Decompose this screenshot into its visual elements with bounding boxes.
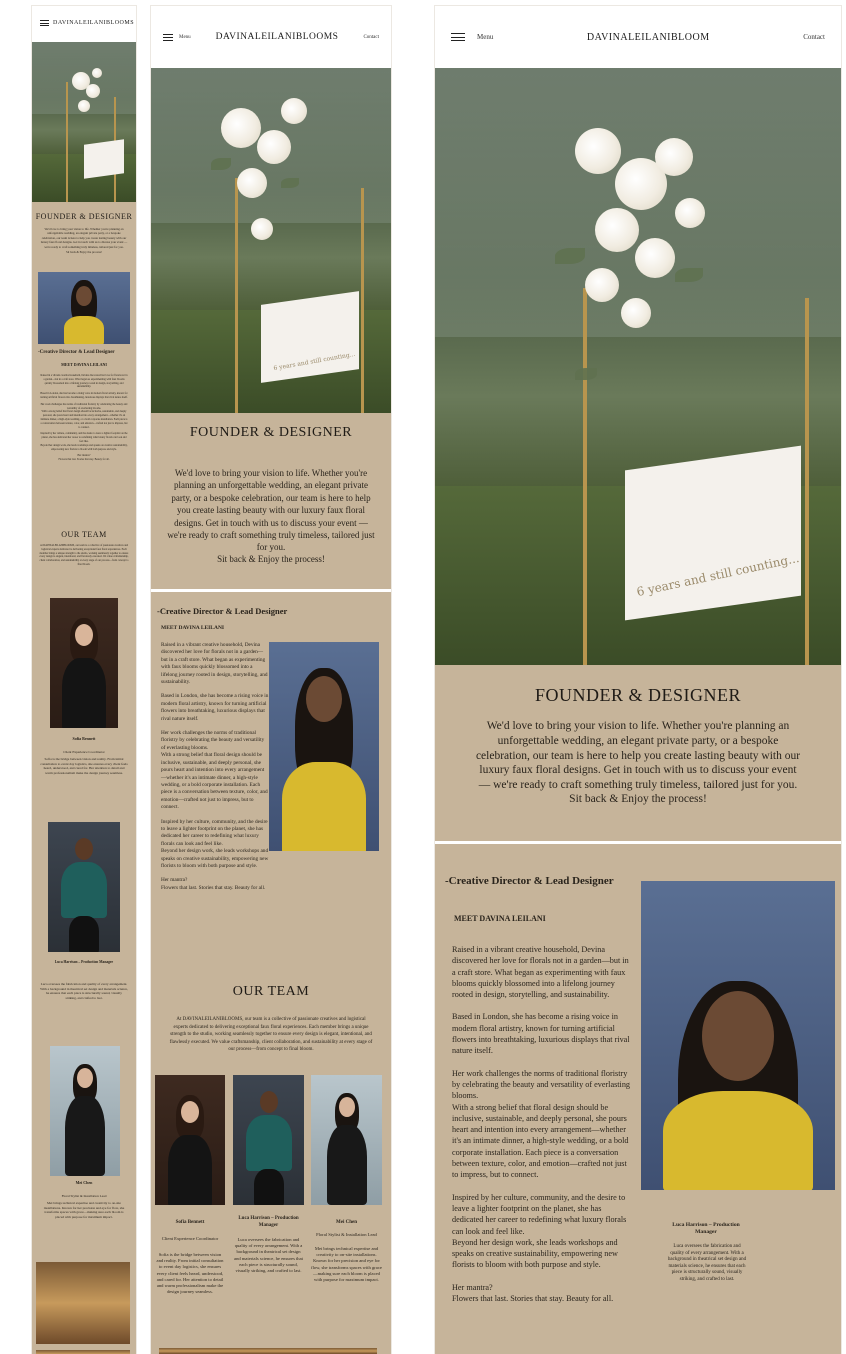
desktop-nav: Menu DAVINALEILANIBLOOM Contact <box>435 6 841 68</box>
tablet-nav: Menu DAVINALEILANIBLOOMS Contact <box>151 6 391 68</box>
founder-title: FOUNDER & DESIGNER <box>534 685 741 705</box>
contact-link[interactable]: Contact <box>363 35 379 40</box>
team-name-mei: Mei Chen <box>336 1220 357 1225</box>
team-role-mei: Floral Stylist & Installation Lead <box>316 1232 377 1237</box>
director-bio-p6: Beyond her design work, she leads worksh… <box>40 443 128 451</box>
director-section: -Creative Director & Lead Designer MEET … <box>435 844 841 1354</box>
mobile-nav: DAVINALEILANIBLOOMS <box>32 6 136 40</box>
venue-photo-2 <box>36 1350 130 1354</box>
founder-intro: We'd love to bring your vision to life. … <box>40 227 128 249</box>
team-name-sofia: Sofia Bennett <box>72 736 96 741</box>
mobile-frame: DAVINALEILANIBLOOMS FOUNDER & DESIGNER W… <box>32 6 136 1354</box>
menu-icon[interactable] <box>40 20 49 26</box>
director-mantra: Flowers that last. Stories that stay. Be… <box>452 1294 614 1304</box>
menu-icon[interactable] <box>163 33 173 41</box>
team-name-sofia: Sofia Bennett <box>175 1220 205 1225</box>
director-bio-p2: Based in London, she has become a rising… <box>452 1012 630 1056</box>
founder-section: FOUNDER & DESIGNER We'd love to bring yo… <box>32 202 136 1354</box>
venue-photo <box>36 1262 130 1344</box>
director-meet: MEET DAVINA LEILANI <box>454 914 546 923</box>
director-mantra: Flowers that last. Stories that stay. Be… <box>161 884 266 891</box>
contact-link[interactable]: Contact <box>803 33 825 41</box>
founder-title: FOUNDER & DESIGNER <box>189 425 353 440</box>
director-mantra-label: Her mantra? <box>161 877 188 884</box>
director-section: -Creative Director & Lead Designer MEET … <box>151 592 391 1354</box>
team-title: OUR TEAM <box>61 530 107 539</box>
founder-closing: Sit back & Enjoy the process! <box>217 553 325 564</box>
director-bio-p5: Inspired by her culture, community, and … <box>161 818 268 847</box>
director-bio: Raised in a vibrant creative household, … <box>40 374 128 462</box>
founder-intro: We'd love to bring your vision to life. … <box>167 468 375 553</box>
tablet-frame: Menu DAVINALEILANIBLOOMS Contact 6 years… <box>151 6 391 1354</box>
director-bio-p1: Raised in a vibrant creative household, … <box>161 642 268 686</box>
team-intro: At DAVINALEILANIBLOOMS, our team is a co… <box>39 544 129 566</box>
menu-label[interactable]: Menu <box>179 35 191 40</box>
director-bio: Raised in a vibrant creative household, … <box>161 642 269 892</box>
director-bio-p2: Based in London, she has become a rising… <box>40 392 128 399</box>
founder-section: FOUNDER & DESIGNER We'd love to bring yo… <box>435 665 841 841</box>
director-bio-p4: With a strong belief that floral design … <box>161 752 268 811</box>
team-photo-sofia <box>50 598 118 728</box>
director-bio-p5: Inspired by her culture, community, and … <box>452 1192 627 1236</box>
director-photo <box>641 881 835 1190</box>
founder-closing: Sit back & Enjoy the process! <box>569 792 707 805</box>
director-bio-p2: Based in London, she has become a rising… <box>161 693 269 722</box>
team-photo-mei <box>311 1075 382 1205</box>
director-photo <box>38 272 130 344</box>
director-bio: Raised in a vibrant creative household, … <box>452 944 634 1304</box>
director-bio-p1: Raised in a vibrant creative household, … <box>40 374 128 389</box>
team-role-sofia: Client Experience Coordinator <box>161 1236 219 1241</box>
director-mantra-label: Her mantra? <box>452 1282 493 1292</box>
director-bio-p3: Her work challenges the norms of traditi… <box>452 1068 631 1101</box>
director-meet: MEET DAVINA LEILANI <box>61 362 107 367</box>
menu-label[interactable]: Menu <box>477 33 493 41</box>
director-bio-p6: Beyond her design work, she leads worksh… <box>452 1237 618 1270</box>
hero-image <box>32 42 136 202</box>
team-photo-mei <box>50 1046 120 1176</box>
director-photo <box>269 642 379 851</box>
founder-section: FOUNDER & DESIGNER We'd love to bring yo… <box>151 413 391 589</box>
team-name-luca: Luca Harrison – Production Manager <box>54 960 114 964</box>
director-role: -Creative Director & Lead Designer <box>38 350 115 355</box>
team-photo-luca <box>233 1075 304 1205</box>
director-bio-p6: Beyond her design work, she leads worksh… <box>161 848 269 869</box>
hero-image: 6 years and still counting... <box>435 68 841 665</box>
team-role-mei: Floral Stylist & Installation Lead <box>61 1194 107 1198</box>
team-name-mei: Mei Chen <box>75 1180 93 1185</box>
team-title: OUR TEAM <box>232 984 310 999</box>
founder-title: FOUNDER & DESIGNER <box>35 212 133 221</box>
brand-logo[interactable]: DAVINALEILANIBLOOM <box>587 32 710 43</box>
director-bio-p3: Her work challenges the norms of traditi… <box>161 730 265 751</box>
hero-image: 6 years and still counting... <box>151 68 391 413</box>
team-bio-luca: Luca oversees the fabrication and qualit… <box>667 1244 747 1282</box>
team-bio-mei: Mei brings technical expertise and creat… <box>43 1201 125 1219</box>
team-intro: At DAVINALEILANIBLOOMS, our team is a co… <box>169 1017 373 1053</box>
founder-closing: Sit back & Enjoy the process! <box>66 250 102 255</box>
director-bio-p4: With a strong belief that floral design … <box>40 410 128 429</box>
team-photo-luca <box>48 822 120 952</box>
founder-intro: We'd love to bring your vision to life. … <box>475 720 801 792</box>
team-bio-mei: Mei brings technical expertise and creat… <box>311 1246 382 1283</box>
brand-logo[interactable]: DAVINALEILANIBLOOMS <box>53 20 134 26</box>
venue-photo <box>159 1348 377 1354</box>
director-meet: MEET DAVINA LEILANI <box>161 625 225 631</box>
director-role: -Creative Director & Lead Designer <box>157 606 288 616</box>
director-mantra: Flowers that last. Stories that stay. Be… <box>58 458 110 462</box>
director-role: -Creative Director & Lead Designer <box>445 875 614 887</box>
director-bio-p1: Raised in a vibrant creative household, … <box>452 945 629 1000</box>
team-name-luca: Luca Harrison – Production Manager <box>672 1222 740 1235</box>
team-bio-luca: Luca oversees the fabrication and qualit… <box>234 1237 303 1274</box>
menu-icon[interactable] <box>451 33 465 41</box>
team-bio-luca: Luca oversees the fabrication and qualit… <box>40 982 128 1000</box>
team-role-sofia: Client Experience Coordinator <box>63 750 105 754</box>
team-photo-sofia <box>155 1075 225 1205</box>
director-bio-p3: Her work challenges the norms of traditi… <box>40 402 128 410</box>
director-bio-p4: With a strong belief that floral design … <box>452 1102 629 1180</box>
brand-logo[interactable]: DAVINALEILANIBLOOMS <box>216 32 339 42</box>
team-bio-sofia: Sofia is the bridge between vision and r… <box>40 757 128 775</box>
director-bio-p5: Inspired by her culture, community, and … <box>40 432 128 443</box>
team-bio-sofia: Sofia is the bridge between vision and r… <box>156 1252 224 1295</box>
desktop-frame: Menu DAVINALEILANIBLOOM Contact 6 years … <box>435 6 841 1354</box>
team-name-luca: Luca Harrison – Production Manager <box>238 1216 299 1228</box>
